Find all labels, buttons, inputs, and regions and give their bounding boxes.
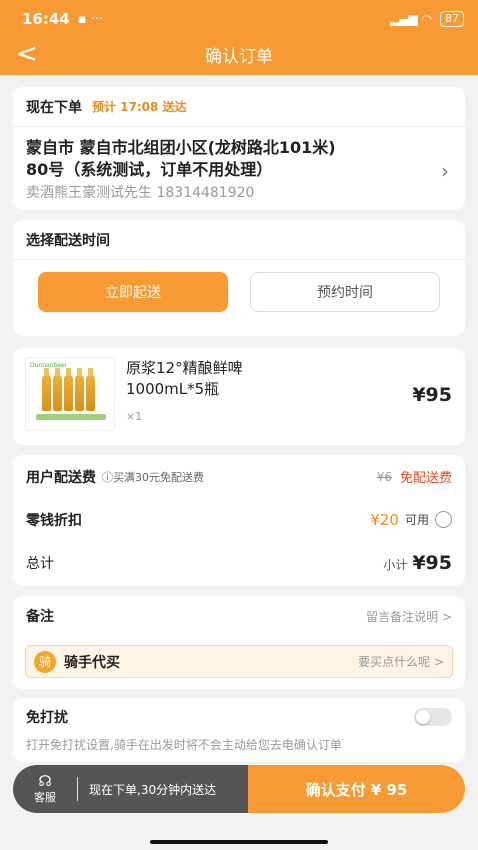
beer-bottles-icon (42, 368, 95, 411)
contact-info: 卖酒熊王豪测试先生 18314481920 (26, 185, 255, 201)
delivery-fee-row: 用户配送费 ⓘ买满30元免配送费 ¥6 免配送费 (13, 455, 465, 498)
delivery-fee-free: 免配送费 (399, 471, 452, 486)
rider-purchase-label: 骑手代买 (64, 654, 120, 671)
eta-label: 预计 17:08 送达 (92, 100, 187, 114)
address-text: 蒙自市 蒙自市北组团小区(龙树路北101米) 80号（系统测试，订单不用处理） (13, 127, 465, 181)
battery-icon: 87 (440, 11, 464, 27)
product-name-line-2: 1000mL*5瓶 (126, 380, 220, 398)
fees-card: 用户配送费 ⓘ买满30元免配送费 ¥6 免配送费 零钱折扣 ¥20 可用 总计 … (13, 455, 465, 586)
product-image: Dunnanbeer (25, 357, 115, 431)
signal-wifi-icon: ▂▄▆ ◠ (390, 12, 432, 26)
remarks-row[interactable]: 备注 留言备注说明 > (13, 596, 465, 636)
scheduled-time-button[interactable]: 预约时间 (250, 272, 440, 312)
wallet-discount-label: 零钱折扣 (26, 512, 82, 529)
subtotal-label: 小计 (383, 557, 408, 572)
address-card[interactable]: 现在下单 预计 17:08 送达 蒙自市 蒙自市北组团小区(龙树路北101米) … (13, 87, 465, 210)
wallet-discount-row[interactable]: 零钱折扣 ¥20 可用 (13, 498, 465, 541)
address-line-1: 蒙自市 蒙自市北组团小区(龙树路北101米) (26, 138, 336, 157)
dnd-description: 打开免打扰设置,骑手在出发时将不会主动给您去电确认订单 (26, 738, 342, 752)
wallet-discount-radio[interactable] (435, 511, 452, 528)
total-label: 总计 (26, 555, 54, 572)
customer-service-button[interactable]: ☊ 客服 (13, 771, 77, 805)
remarks-hint: 留言备注说明 > (366, 609, 452, 624)
order-timing-row: 现在下单 预计 17:08 送达 (13, 87, 465, 127)
delivery-time-card: 选择配送时间 立即起送 预约时间 (13, 220, 465, 336)
confirm-pay-button[interactable]: 确认支付 ¥ 95 (248, 765, 465, 813)
chevron-right-icon: › (441, 159, 449, 183)
rider-icon: 骑 (34, 650, 56, 673)
back-icon[interactable]: < (16, 40, 38, 68)
remarks-card: 备注 留言备注说明 > 骑 骑手代买 要买点什么呢 > (13, 596, 465, 689)
wallet-discount-amount: ¥20 (370, 510, 399, 529)
dnd-label: 免打扰 (26, 710, 68, 726)
product-name-line-1: 原浆12°精酿鲜啤 (126, 359, 243, 377)
delivery-time-title: 选择配送时间 (13, 220, 465, 260)
delivery-message: 现在下单,30分钟内送达 (89, 782, 217, 797)
status-right: ▂▄▆ ◠ 87 (390, 11, 464, 27)
total-row: 总计 小计 ¥95 (13, 541, 465, 584)
delivery-fee-original: ¥6 (376, 469, 392, 484)
toggle-knob (416, 710, 430, 724)
product-price: ¥95 (412, 384, 452, 406)
product-card: Dunnanbeer 原浆12°精酿鲜啤 1000mL*5瓶 ×1 ¥95 (13, 348, 465, 445)
dnd-row: 免打扰 (13, 698, 465, 736)
product-base (36, 414, 106, 420)
rider-purchase-hint: 要买点什么呢 > (358, 655, 444, 669)
notification-icons: ▪ ··· (77, 11, 104, 27)
rider-purchase-row[interactable]: 骑 骑手代买 要买点什么呢 > (25, 645, 453, 678)
headset-icon: ☊ (38, 771, 52, 790)
product-name: 原浆12°精酿鲜啤 1000mL*5瓶 (126, 358, 356, 400)
status-bar: 16:44 ▪ ··· ▂▄▆ ◠ 87 (22, 8, 464, 30)
bottom-info: ☊ 客服 现在下单,30分钟内送达 (13, 765, 248, 813)
home-indicator[interactable] (150, 840, 328, 844)
nav-bar: < 确认订单 (0, 36, 478, 72)
product-quantity: ×1 (126, 410, 143, 423)
bottom-action-bar: ☊ 客服 现在下单,30分钟内送达 确认支付 ¥ 95 (13, 765, 465, 813)
page-title: 确认订单 (205, 46, 273, 67)
customer-service-label: 客服 (34, 790, 56, 804)
delivery-fee-label: 用户配送费 (26, 469, 96, 486)
order-now-label: 现在下单 (26, 99, 82, 116)
subtotal-value: ¥95 (412, 551, 452, 574)
deliver-now-button[interactable]: 立即起送 (38, 272, 228, 312)
dnd-toggle[interactable] (414, 708, 452, 726)
wallet-discount-usable: 可用 (404, 513, 429, 527)
delivery-fee-tip: ⓘ买满30元免配送费 (102, 470, 204, 484)
status-time: 16:44 (22, 10, 70, 28)
remarks-label: 备注 (26, 609, 54, 625)
do-not-disturb-card: 免打扰 打开免打扰设置,骑手在出发时将不会主动给您去电确认订单 (13, 698, 465, 762)
address-line-2: 80号（系统测试，订单不用处理） (26, 160, 273, 179)
divider (77, 777, 78, 801)
